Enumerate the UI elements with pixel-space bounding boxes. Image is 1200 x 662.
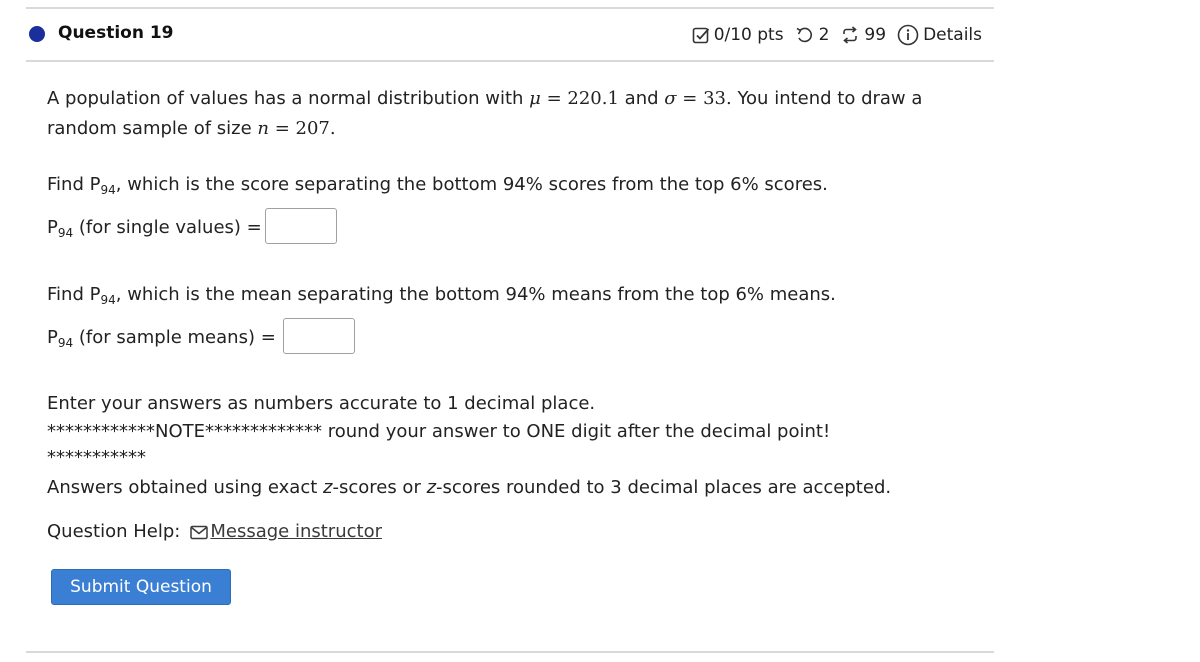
question-header: Question 19 0/10 pts 2 99 Details: [26, 15, 994, 55]
attempts-count: 99: [864, 25, 887, 45]
question-help: Question Help: Message instructor: [47, 517, 382, 547]
mu-value: 220.1: [567, 88, 619, 109]
help-label: Question Help:: [47, 521, 181, 542]
points-text: 0/10 pts: [713, 25, 784, 45]
single-values-answer-input[interactable]: [265, 208, 337, 244]
prompt-text: Find P: [47, 284, 101, 305]
prompt-text: , which is the score separating the bott…: [115, 174, 828, 195]
label-text: P: [47, 327, 58, 348]
question-status-dot-icon: [29, 26, 45, 42]
part1-label: P94 (for single values) =: [47, 213, 262, 248]
subscript: 94: [57, 226, 74, 240]
part2-label: P94 (for sample means) =: [47, 323, 276, 358]
bottom-divider: [26, 651, 994, 653]
instruction-text: Answers obtained using exact: [47, 477, 324, 498]
problem-line-2: random sample of size n = 207.: [47, 114, 336, 144]
checkbox-icon: [692, 27, 709, 44]
part2-prompt: Find P94, which is the mean separating t…: [47, 280, 836, 315]
equals-sign: =: [269, 118, 296, 139]
points-indicator: 0/10 pts: [692, 25, 784, 45]
instruction-line-1: Enter your answers as numbers accurate t…: [47, 393, 596, 414]
subscript: 94: [100, 293, 116, 307]
n-symbol: n: [257, 118, 269, 139]
subscript: 94: [57, 336, 74, 350]
sigma-symbol: σ: [664, 88, 677, 109]
question-meta: 0/10 pts 2 99 Details: [681, 24, 982, 46]
prompt-text: , which is the mean separating the botto…: [115, 284, 836, 305]
instruction-note: ************NOTE************* round your…: [47, 421, 831, 442]
header-divider: [26, 60, 994, 62]
instruction-note-tail: ***********: [47, 447, 146, 468]
sample-means-answer-input[interactable]: [283, 318, 355, 354]
submit-question-button[interactable]: Submit Question: [51, 569, 231, 605]
problem-text: You intend to draw a: [731, 88, 923, 109]
info-icon: [897, 24, 919, 46]
label-text: (for single values) =: [73, 217, 262, 238]
attempts-indicator: 99: [840, 25, 886, 45]
top-divider: [26, 7, 994, 9]
part1-prompt: Find P94, which is the score separating …: [47, 170, 828, 205]
equals-sign: =: [540, 88, 568, 109]
mail-icon: [190, 525, 209, 540]
mu-symbol: μ: [529, 88, 541, 109]
instruction-text: -scores rounded to 3 decimal places are …: [436, 477, 892, 498]
prompt-text: Find P: [47, 174, 101, 195]
attempts-icon: [843, 26, 858, 44]
problem-text: A population of values has a normal dist…: [47, 88, 530, 109]
retries-indicator: 2: [795, 25, 830, 45]
details-label: Details: [923, 25, 982, 45]
details-button[interactable]: Details: [897, 24, 982, 46]
subscript: 94: [100, 183, 116, 197]
retry-icon: [796, 27, 812, 43]
question-title: Question 19: [58, 23, 174, 43]
instruction-line-4: Answers obtained using exact z-scores or…: [47, 473, 891, 503]
retries-count: 2: [818, 25, 830, 45]
equals-sign: =: [676, 88, 704, 109]
label-text: (for sample means) =: [73, 327, 276, 348]
z-symbol: z: [426, 477, 437, 498]
sigma-value: 33.: [703, 88, 732, 109]
message-instructor-link[interactable]: Message instructor: [210, 521, 382, 542]
and-text: and: [618, 88, 665, 109]
problem-text: random sample of size: [47, 118, 258, 139]
instruction-text: -scores or: [332, 477, 427, 498]
problem-line-1: A population of values has a normal dist…: [47, 84, 922, 114]
label-text: P: [47, 217, 58, 238]
n-value: 207.: [295, 118, 336, 139]
